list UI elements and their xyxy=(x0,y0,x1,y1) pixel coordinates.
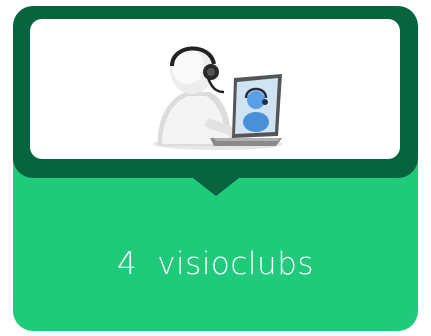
visioclub-label: visioclubs xyxy=(157,246,315,282)
pointer-arrow xyxy=(193,178,239,196)
visioclubs-card[interactable]: 4 visioclubs xyxy=(13,6,418,331)
card-label: 4 visioclubs xyxy=(13,234,418,294)
card-header-band xyxy=(13,6,418,178)
visioclub-count: 4 xyxy=(116,246,138,282)
image-panel xyxy=(30,19,400,159)
video-call-icon xyxy=(153,46,283,150)
